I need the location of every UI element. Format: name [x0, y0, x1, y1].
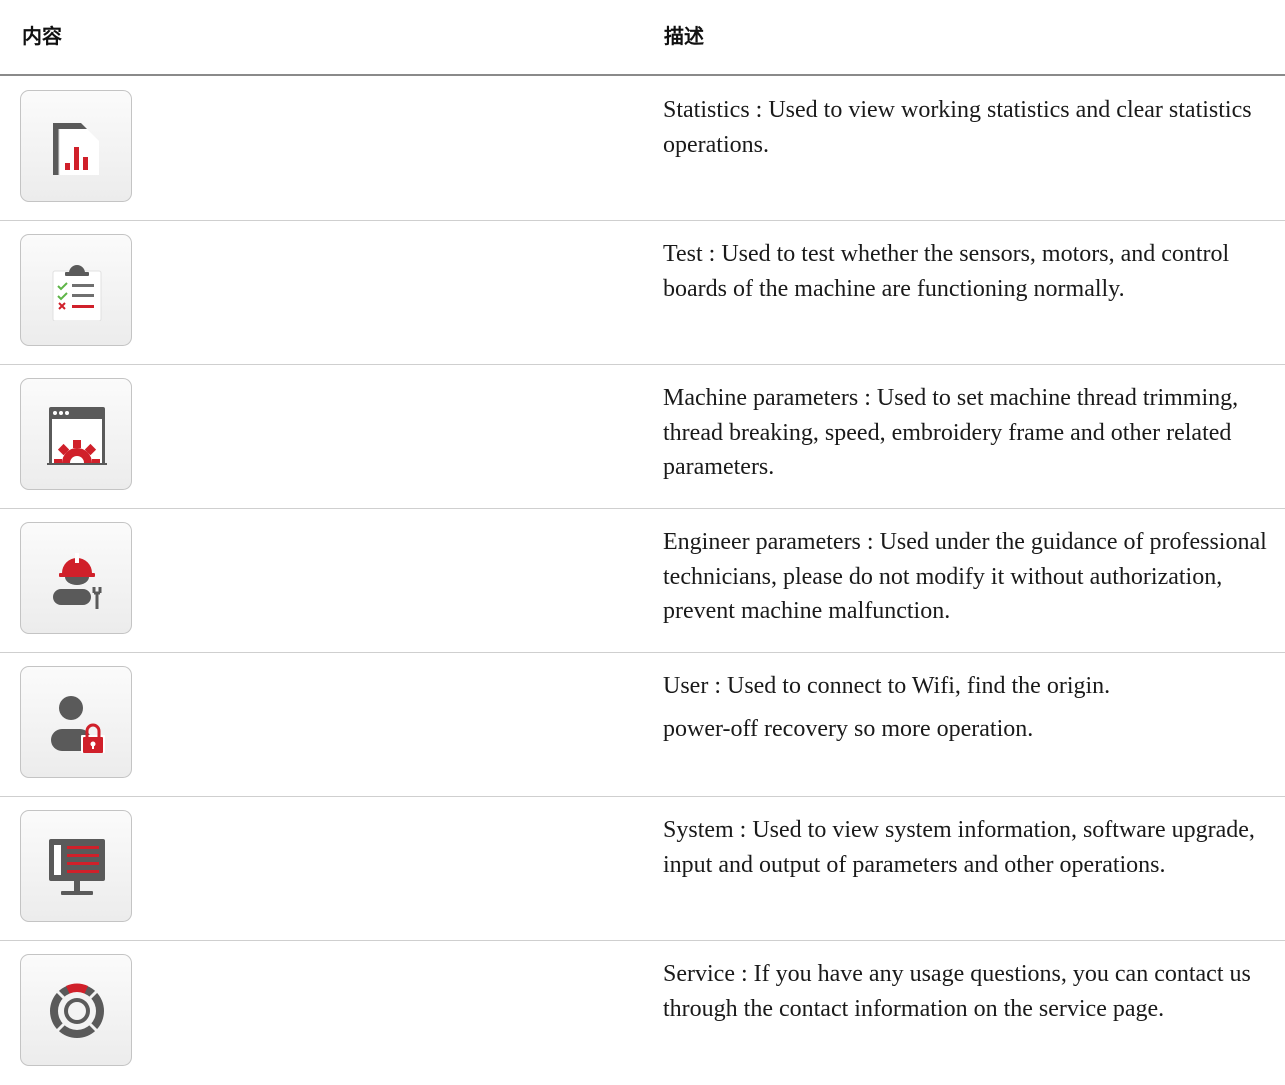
table-row: Service : If you have any usage question… — [0, 941, 1285, 1085]
machine-parameters-gear-icon — [47, 407, 107, 465]
row-description: Engineer parameters : Used under the gui… — [663, 529, 1267, 624]
system-button[interactable] — [20, 810, 132, 922]
system-monitor-icon — [49, 839, 105, 895]
row-description: Service : If you have any usage question… — [663, 961, 1251, 1022]
table-row: Engineer parameters : Used under the gui… — [0, 509, 1285, 653]
service-lifebuoy-icon — [50, 983, 104, 1038]
table-row: Statistics : Used to view working statis… — [0, 77, 1285, 221]
service-button[interactable] — [20, 954, 132, 1066]
column-header-description: 描述 — [664, 24, 704, 48]
test-clipboard-icon — [52, 265, 102, 321]
table-row: System : Used to view system information… — [0, 797, 1285, 941]
row-description: Machine parameters : Used to set machine… — [663, 385, 1239, 480]
row-description: User : Used to connect to Wifi, find the… — [663, 673, 1111, 742]
user-lock-icon — [51, 696, 105, 753]
statistics-chart-icon — [53, 123, 99, 175]
engineer-parameters-button[interactable] — [20, 522, 132, 634]
row-description: System : Used to view system information… — [663, 817, 1255, 878]
table-row: User : Used to connect to Wifi, find the… — [0, 653, 1285, 797]
table-row: Machine parameters : Used to set machine… — [0, 365, 1285, 509]
table-row: Test : Used to test whether the sensors,… — [0, 221, 1285, 365]
column-header-content: 内容 — [22, 24, 62, 48]
statistics-button[interactable] — [20, 90, 132, 202]
machine-parameters-button[interactable] — [20, 378, 132, 490]
row-description: Statistics : Used to view working statis… — [663, 97, 1252, 158]
engineer-parameters-icon — [53, 553, 102, 609]
test-button[interactable] — [20, 234, 132, 346]
table-header: 内容 描述 — [0, 0, 1285, 76]
row-description: Test : Used to test whether the sensors,… — [663, 241, 1230, 302]
user-button[interactable] — [20, 666, 132, 778]
